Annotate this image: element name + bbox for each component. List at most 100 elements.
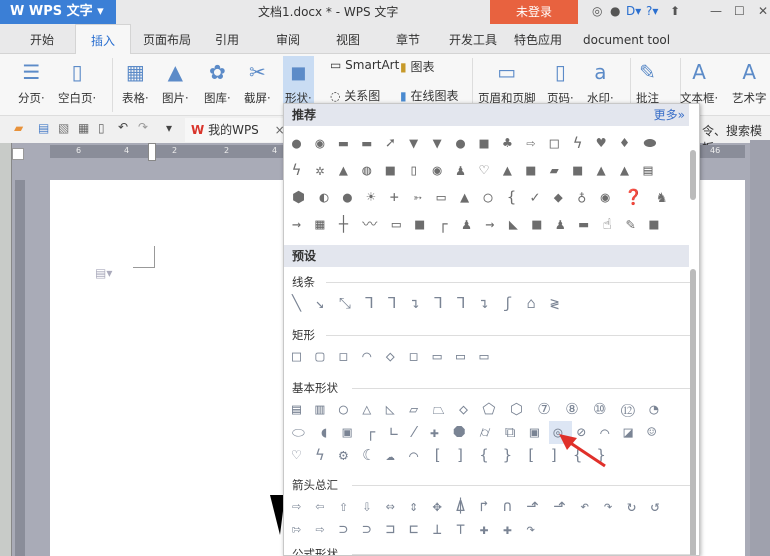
skin-icon[interactable]: ◎ [592, 4, 602, 18]
ruler-tick-label: 46 [710, 146, 721, 155]
ribbon-button-10[interactable]: ✎ 批注 [636, 56, 659, 106]
group-name: 线条 [292, 275, 315, 289]
margin-corner-mark [133, 246, 155, 268]
ribbon-button-8[interactable]: ▯ 页码· [547, 56, 574, 106]
relation-chart-button[interactable]: ◌ 关系图 [330, 87, 380, 104]
online-chart-button[interactable]: ▮ 在线图表 [400, 87, 458, 104]
ribbon-button-0[interactable]: ☰ 分页· [18, 56, 45, 106]
tab-5[interactable]: 视图 [336, 24, 360, 54]
undo-icon[interactable]: ↶ [118, 120, 128, 134]
ribbon-button-5[interactable]: ✂ 截屏· [244, 56, 271, 106]
ribbon-button-4[interactable]: ✿ 图库· [204, 56, 231, 106]
dropdown-icon[interactable]: ▾ [166, 121, 172, 135]
online-chart-icon: ▮ [400, 89, 407, 103]
tab-1[interactable]: 插入 [75, 24, 132, 55]
shapes-dropdown: 推荐 更多» ●◉▬▬➚▼▼●■♣⇨□ϟ♥♦⬬ϟ✲▲◍■▯◉♟♡▲■▰■▲▲▤⬢◐… [283, 103, 700, 556]
help-icon[interactable]: ?▾ [646, 4, 658, 18]
paste-options-icon[interactable]: ▤▾ [95, 266, 112, 280]
tab-stop-selector[interactable] [12, 148, 24, 160]
ribbon-button-6[interactable]: ◼ 形状· [283, 56, 314, 108]
annotation-arrow [559, 434, 606, 468]
ribbon-label: 艺术字 [732, 91, 767, 105]
recommended-label: 推荐 [292, 108, 317, 122]
group-label-basic-shapes: 基本形状 [292, 380, 692, 396]
wps-menu-button[interactable]: W WPS 文字 ▾ [0, 0, 116, 24]
ribbon-tabs: 开始 插入 页面布局 引用 审阅 视图 章节 开发工具 特色应用 document tool [0, 24, 770, 55]
ruler-tick-label: 6 [76, 146, 82, 155]
tab-my-wps[interactable]: W 我的WPS × [185, 118, 285, 142]
divider [112, 58, 113, 112]
vertical-ruler [15, 180, 25, 556]
open-icon[interactable]: ▰ [14, 121, 23, 135]
group-label-formula: 公式形状 [292, 546, 692, 555]
ribbon-label: 空白页· [58, 91, 97, 105]
ribbon-icon: a [594, 60, 607, 84]
recommended-scrollbar[interactable] [690, 150, 696, 200]
recommended-header: 推荐 更多» [284, 104, 689, 126]
tab-7[interactable]: 开发工具 [449, 24, 497, 54]
tab-0[interactable]: 开始 [30, 24, 54, 54]
smartart-button[interactable]: ▭ SmartArt [330, 58, 399, 72]
settings-icon[interactable]: ● [610, 4, 620, 18]
tab-6[interactable]: 章节 [396, 24, 420, 54]
tab-2[interactable]: 页面布局 [143, 24, 191, 54]
save-icon[interactable]: ▤ [38, 121, 49, 135]
ribbon-button-3[interactable]: ▲ 图片· [162, 56, 189, 106]
rectangle-shapes-grid[interactable]: □▢◻◠◇◻▭▭▭ [292, 345, 692, 368]
redo-icon[interactable]: ↷ [138, 120, 148, 134]
window-title: 文档1.docx * - WPS 文字 [258, 5, 399, 19]
ribbon-button-2[interactable]: ▦ 表格· [122, 56, 149, 106]
ribbon-label: 图库· [204, 91, 231, 105]
print-icon[interactable]: ▦ [78, 121, 89, 135]
chart-button[interactable]: ▮ 图表 [400, 58, 434, 75]
chart-label: 图表 [410, 60, 435, 74]
ribbon-icon: A [692, 60, 706, 84]
relation-chart-label: 关系图 [344, 89, 381, 103]
tab-4[interactable]: 审阅 [276, 24, 300, 54]
my-wps-label: 我的WPS [208, 123, 259, 137]
ribbon-label: 截屏· [244, 91, 271, 105]
title-bar: W WPS 文字 ▾ 文档1.docx * - WPS 文字 未登录 ◎ ● D… [0, 0, 770, 24]
ribbon-icon: ▯ [71, 60, 83, 84]
print-preview-icon[interactable]: ▯ [98, 121, 105, 135]
ribbon-icon: ▭ [497, 60, 517, 84]
chart-icon: ▮ [400, 60, 407, 74]
wps-logo-icon: W [191, 123, 205, 137]
more-link[interactable]: 更多» [654, 104, 685, 126]
arrow-shapes-grid[interactable]: ⇨⇦⇧⇩⇔⇕✥⍋↱∩⬏⬏↶↷↻↺⇰⇨⊃⊃⊐⊏⊥⊤✚✚↷ [292, 495, 692, 541]
group-label-arrows: 箭头总汇 [292, 477, 692, 493]
group-name: 基本形状 [292, 381, 338, 395]
restore-icon[interactable]: ⬆ [670, 4, 680, 18]
ruler-tick-label: 4 [272, 146, 278, 155]
ribbon-button-9[interactable]: a 水印· [587, 56, 614, 106]
minimize-icon[interactable]: — [710, 4, 722, 18]
ribbon-button-11[interactable]: A 文本框· [680, 56, 718, 106]
lines-shapes-grid[interactable]: ╲↘⤡⅂⅂↴⅂⅂↴ʃ⌂≷ [292, 292, 692, 315]
indent-marker[interactable] [148, 143, 156, 161]
group-label-lines: 线条 [292, 274, 692, 290]
preset-scrollbar[interactable] [690, 269, 696, 555]
tab-3[interactable]: 引用 [215, 24, 239, 54]
ribbon-icon: A [742, 60, 757, 84]
basic-shapes-grid[interactable]: ▤▥○△◺▱⏢◇⬠⬡⑦⑧⑩⑫◔⬭◖▣┌∟⁄✚⯃⌭⧉▣◎⊘⌒◪☺♡ϟ⚙☾☁⌒[]{… [292, 398, 692, 467]
close-icon[interactable]: ✕ [758, 4, 768, 18]
ribbon-button-7[interactable]: ▭ 页眉和页脚 [478, 56, 536, 106]
smartart-label: SmartArt [345, 58, 400, 72]
ribbon-label: 图片· [162, 91, 189, 105]
ribbon-button-12[interactable]: A 艺术字 [732, 56, 767, 106]
tab-8[interactable]: 特色应用 [514, 24, 562, 54]
ribbon-icon: ▯ [554, 60, 566, 84]
maximize-icon[interactable]: ☐ [734, 4, 745, 18]
ribbon-button-1[interactable]: ▯ 空白页· [58, 56, 96, 106]
login-button[interactable]: 未登录 [490, 0, 578, 24]
ribbon-icon: ✿ [208, 60, 226, 84]
group-label-rectangles: 矩形 [292, 327, 692, 343]
ribbon-label: 表格· [122, 91, 149, 105]
vertical-scrollbar[interactable] [750, 140, 770, 556]
ribbon-icon: ◼ [290, 60, 307, 84]
ribbon-label: 分页· [18, 91, 45, 105]
export-pdf-icon[interactable]: ▧ [58, 121, 69, 135]
preset-header: 预设 [284, 245, 689, 267]
tab-9[interactable]: document tool [583, 24, 670, 54]
doc-icon[interactable]: D▾ [626, 4, 641, 18]
